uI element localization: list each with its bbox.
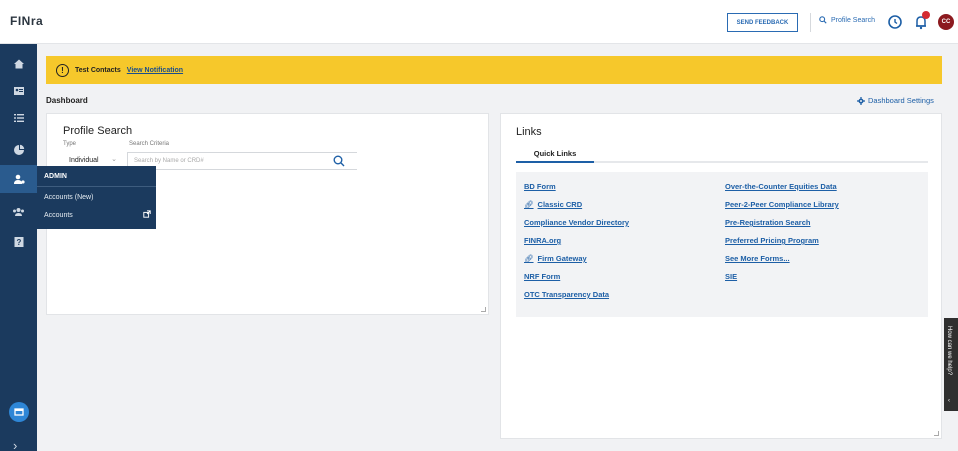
link-sie[interactable]: SIE bbox=[725, 272, 737, 281]
send-feedback-button[interactable]: SEND FEEDBACK bbox=[727, 13, 798, 32]
users-group-icon[interactable] bbox=[9, 202, 28, 221]
resize-handle[interactable] bbox=[934, 431, 939, 436]
notification-badge bbox=[922, 11, 930, 19]
header-divider bbox=[810, 13, 811, 32]
link-nrf-form[interactable]: NRF Form bbox=[524, 272, 560, 281]
notification-banner: ! Test Contacts View Notification bbox=[46, 56, 942, 84]
id-card-icon[interactable] bbox=[9, 81, 28, 100]
avatar[interactable]: CC bbox=[938, 14, 954, 30]
banner-text: Test Contacts bbox=[75, 66, 121, 74]
external-link-icon[interactable] bbox=[143, 210, 151, 218]
link-classic-crd[interactable]: 🔗︎ Classic CRD bbox=[524, 200, 582, 209]
search-icon bbox=[333, 155, 345, 167]
home-icon[interactable] bbox=[9, 54, 28, 73]
tab-quick-links[interactable]: Quick Links bbox=[516, 145, 594, 163]
left-nav-rail: ? › bbox=[0, 44, 37, 451]
notifications-bell-icon[interactable] bbox=[911, 11, 931, 32]
admin-user-icon[interactable] bbox=[0, 165, 37, 193]
dashboard-settings-link[interactable]: Dashboard Settings bbox=[857, 96, 934, 105]
admin-flyout-menu: ADMIN Accounts (New) Accounts bbox=[37, 166, 156, 229]
help-tab[interactable]: How can we help? ‹ bbox=[944, 318, 958, 411]
window-icon[interactable] bbox=[9, 402, 29, 422]
resize-handle[interactable] bbox=[481, 307, 486, 312]
link-chain-icon: 🔗︎ bbox=[524, 254, 534, 263]
link-compliance-vendor-directory[interactable]: Compliance Vendor Directory bbox=[524, 218, 629, 227]
dashboard-settings-label: Dashboard Settings bbox=[868, 96, 934, 105]
svg-text:?: ? bbox=[16, 238, 21, 247]
history-icon[interactable] bbox=[885, 12, 905, 32]
link-see-more-forms[interactable]: See More Forms... bbox=[725, 254, 790, 263]
type-label: Type bbox=[63, 141, 77, 147]
links-tab-bar: Quick Links bbox=[516, 145, 928, 163]
chevron-down-icon: ⌄ bbox=[111, 156, 117, 163]
link-otc-equities-data[interactable]: Over-the-Counter Equities Data bbox=[725, 182, 837, 191]
expand-chevron-icon[interactable]: › bbox=[13, 438, 17, 451]
pie-chart-icon[interactable] bbox=[9, 140, 28, 159]
profile-search-title: Profile Search bbox=[63, 125, 133, 137]
profile-search-label: Profile Search bbox=[831, 16, 875, 24]
search-icon bbox=[819, 16, 827, 24]
links-title: Links bbox=[516, 126, 542, 138]
quick-links-panel: BD Form 🔗︎ Classic CRD Compliance Vendor … bbox=[516, 172, 928, 317]
admin-menu-divider bbox=[37, 186, 156, 187]
list-icon[interactable] bbox=[9, 108, 28, 127]
link-pre-registration-search[interactable]: Pre-Registration Search bbox=[725, 218, 810, 227]
search-button[interactable] bbox=[327, 152, 351, 170]
link-firm-gateway[interactable]: 🔗︎ Firm Gateway bbox=[524, 254, 587, 263]
warning-icon: ! bbox=[56, 63, 69, 77]
gear-icon bbox=[857, 96, 865, 105]
link-chain-icon: 🔗︎ bbox=[524, 200, 534, 209]
search-input[interactable]: Search by Name or CRD# bbox=[127, 152, 357, 170]
type-select-value: Individual bbox=[69, 157, 99, 164]
link-bd-form[interactable]: BD Form bbox=[524, 182, 556, 191]
link-preferred-pricing-program[interactable]: Preferred Pricing Program bbox=[725, 236, 819, 245]
menu-item-accounts-new[interactable]: Accounts (New) bbox=[44, 194, 93, 201]
view-notification-link[interactable]: View Notification bbox=[127, 67, 183, 74]
link-finra-org[interactable]: FINRA.org bbox=[524, 236, 561, 245]
link-otc-transparency-data[interactable]: OTC Transparency Data bbox=[524, 290, 609, 299]
link-peer-2-peer-library[interactable]: Peer-2-Peer Compliance Library bbox=[725, 200, 839, 209]
menu-item-accounts[interactable]: Accounts bbox=[44, 212, 73, 219]
chevron-left-icon: ‹ bbox=[948, 398, 950, 404]
profile-search-link[interactable]: Profile Search bbox=[819, 16, 875, 24]
top-header: FINra SEND FEEDBACK Profile Search CC bbox=[0, 0, 958, 44]
page-title: Dashboard bbox=[46, 96, 88, 105]
search-criteria-label: Search Criteria bbox=[129, 141, 170, 147]
finra-logo[interactable]: FINra bbox=[10, 14, 43, 28]
admin-menu-title: ADMIN bbox=[44, 173, 67, 180]
help-tab-label: How can we help? bbox=[946, 326, 952, 376]
links-card: Links Quick Links BD Form 🔗︎ Classic CRD … bbox=[500, 113, 942, 439]
help-book-icon[interactable]: ? bbox=[9, 232, 28, 251]
